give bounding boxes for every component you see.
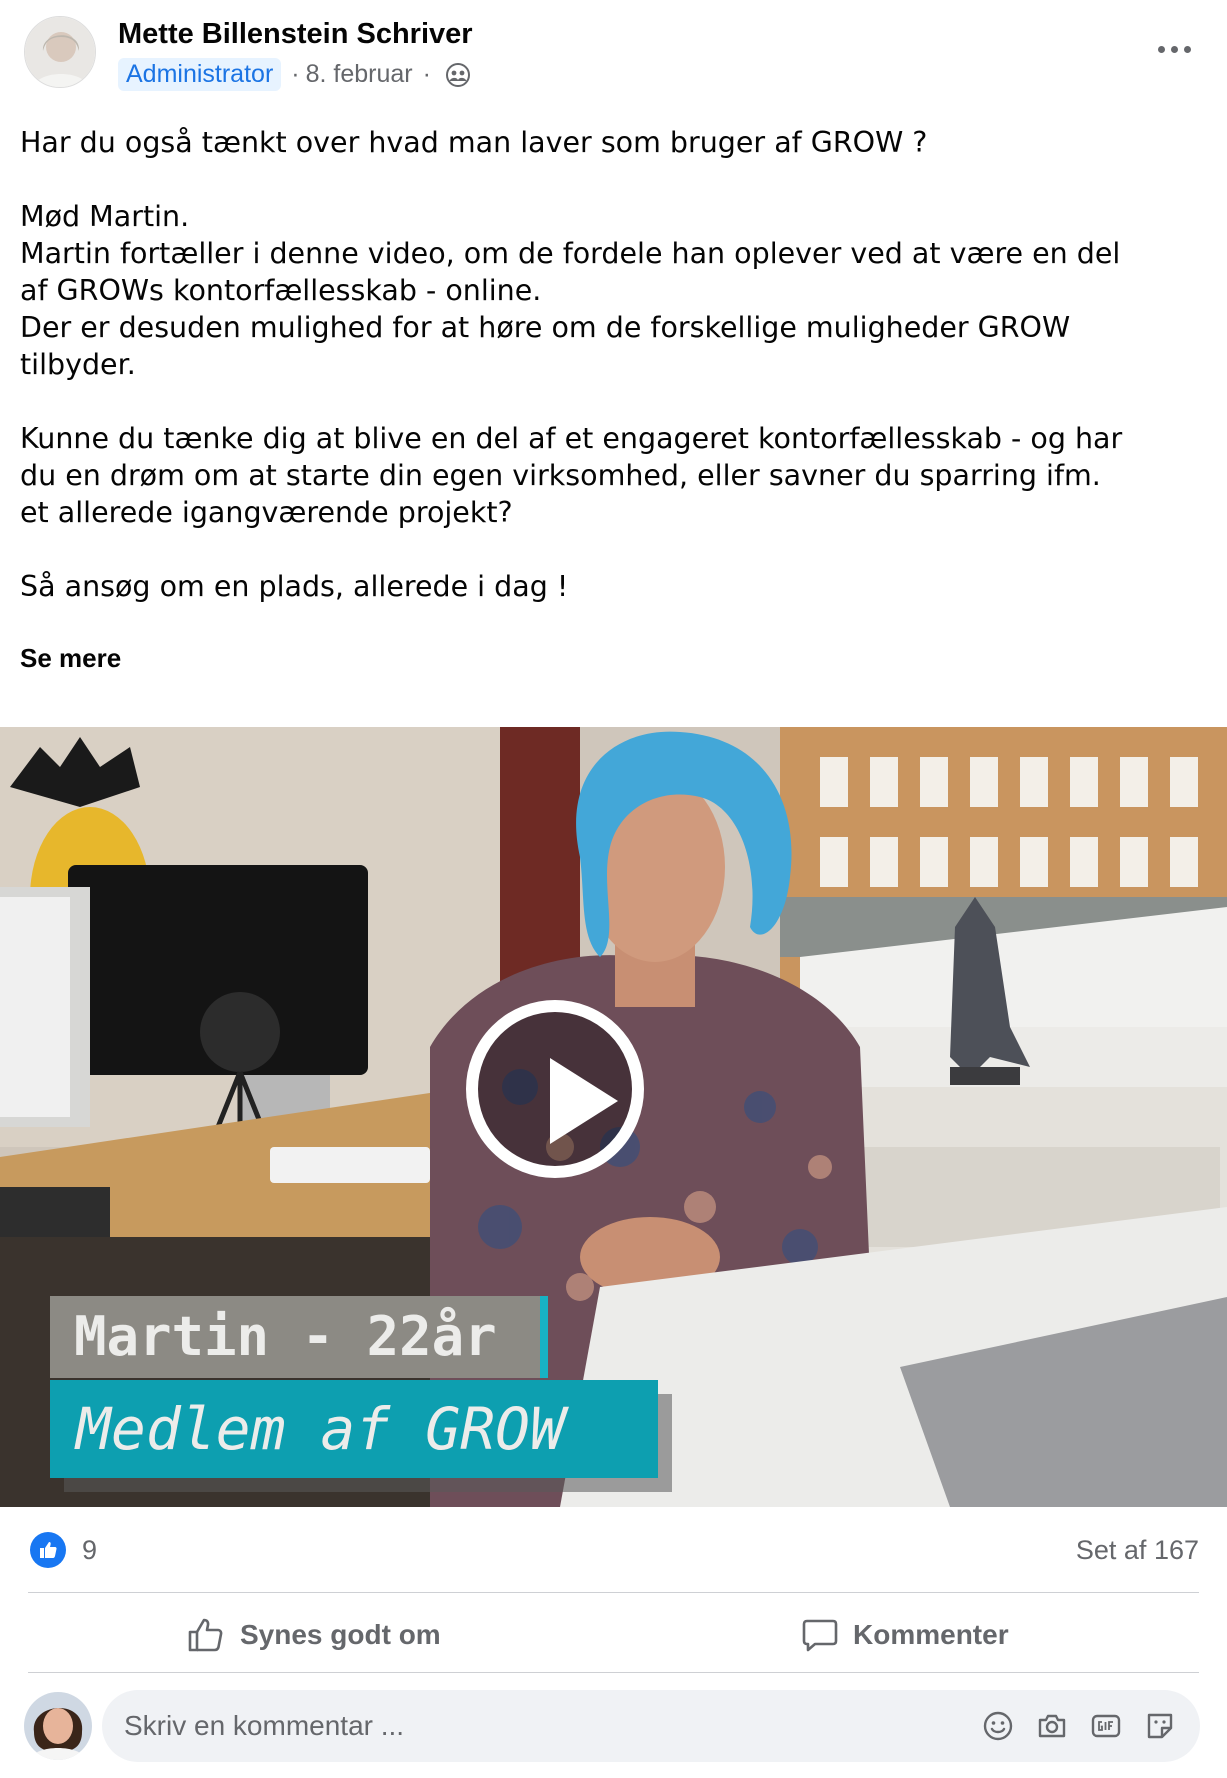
commenter-avatar[interactable] <box>24 1692 92 1760</box>
post-text-line: Så ansøg om en plads, allerede i dag ! <box>20 570 569 603</box>
like-button[interactable]: Synes godt om <box>186 1610 441 1660</box>
post-text-line: et allerede igangværende projekt? <box>20 496 513 529</box>
see-more-link[interactable]: Se mere <box>20 643 121 674</box>
post-text: Har du også tænkt over hvad man laver so… <box>20 124 1210 605</box>
caption-role: Medlem af GROW <box>50 1380 658 1478</box>
like-count[interactable]: 9 <box>82 1535 97 1566</box>
post-text-line: af GROWs kontorfællesskab - online. <box>20 274 542 307</box>
emoji-icon[interactable] <box>982 1710 1014 1742</box>
post-text-line: Kunne du tænke dig at blive en del af et… <box>20 422 1123 455</box>
post-text-line: Martin fortæller i denne video, om de fo… <box>20 237 1121 270</box>
meta-separator: · <box>291 60 300 88</box>
more-options-icon[interactable] <box>1152 36 1196 62</box>
play-icon <box>550 1058 618 1144</box>
post-date[interactable]: 8. februar <box>306 60 413 89</box>
gif-icon[interactable] <box>1090 1710 1122 1742</box>
role-badge[interactable]: Administrator <box>118 58 282 91</box>
author-name[interactable]: Mette Billenstein Schriver <box>118 18 473 51</box>
play-button[interactable] <box>466 1000 644 1178</box>
comment-button[interactable]: Kommenter <box>801 1610 1009 1660</box>
post-text-line <box>20 161 1210 198</box>
post-text-line <box>20 531 1210 568</box>
post-text-line <box>20 383 1210 420</box>
camera-icon[interactable] <box>1036 1710 1068 1742</box>
post-text-line: du en drøm om at starte din egen virksom… <box>20 459 1101 492</box>
comment-composer <box>102 1690 1200 1762</box>
divider <box>28 1672 1199 1673</box>
meta-separator: · <box>422 60 431 88</box>
post-text-line: Mød Martin. <box>20 200 190 233</box>
divider <box>28 1592 1199 1593</box>
post-text-line: Der er desuden mulighed for at høre om d… <box>20 311 1071 344</box>
caption-name: Martin - 22år <box>50 1296 548 1378</box>
comment-input[interactable] <box>124 1690 824 1762</box>
comment-button-label: Kommenter <box>853 1619 1009 1650</box>
post-meta: Administrator · 8. februar · <box>118 58 471 91</box>
view-count: Set af 167 <box>1075 1535 1199 1565</box>
thumbs-up-icon <box>188 1618 223 1652</box>
comment-bubble-icon <box>802 1619 838 1652</box>
post-text-line: tilbyder. <box>20 348 136 381</box>
group-privacy-icon[interactable] <box>445 62 471 88</box>
like-button-label: Synes godt om <box>240 1619 441 1650</box>
author-avatar[interactable] <box>24 16 96 88</box>
facebook-post: Mette Billenstein Schriver Administrator… <box>0 0 1227 1778</box>
like-reaction-icon[interactable] <box>30 1532 66 1568</box>
post-text-line: Har du også tænkt over hvad man laver so… <box>20 126 928 159</box>
sticker-icon[interactable] <box>1144 1710 1176 1742</box>
